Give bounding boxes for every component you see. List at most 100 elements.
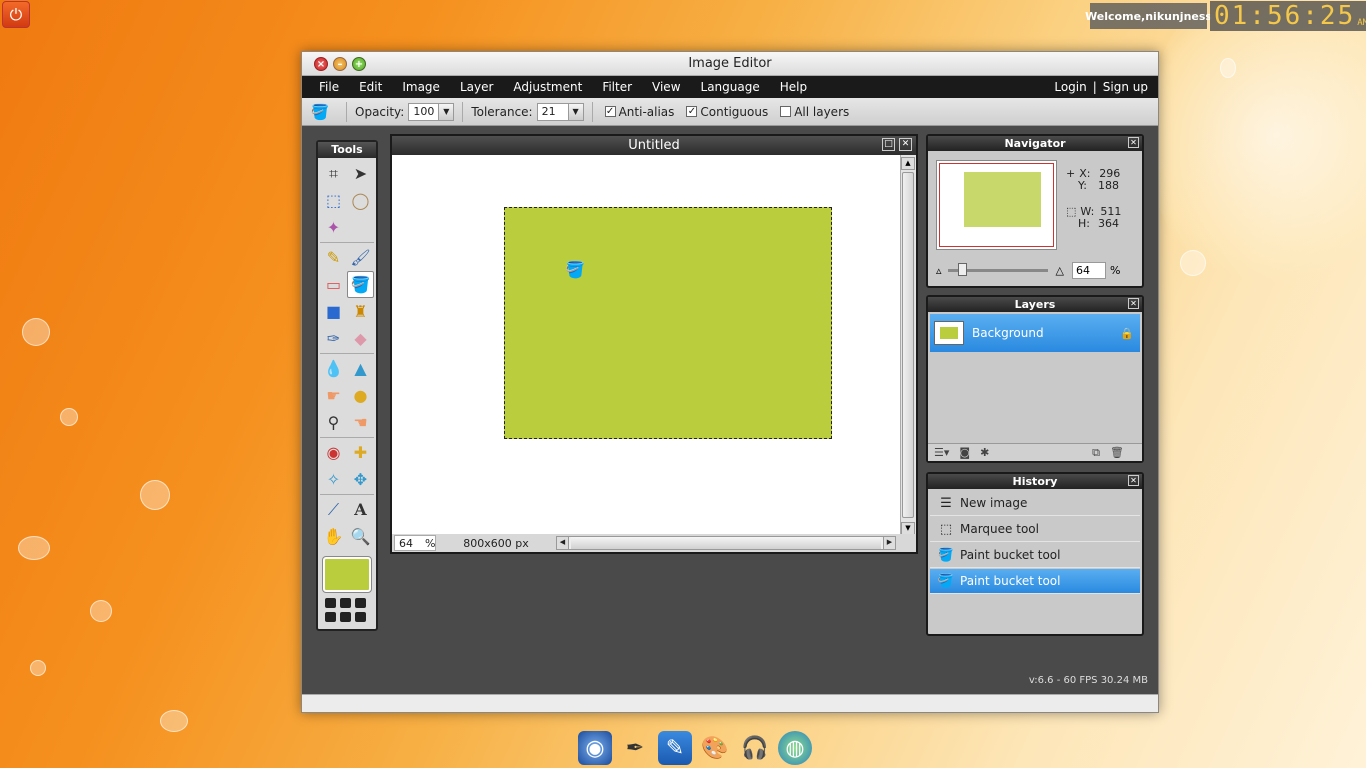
history-item-selected[interactable]: 🪣 Paint bucket tool — [930, 569, 1140, 594]
menu-view[interactable]: View — [642, 80, 690, 94]
layers-close-button[interactable]: ✕ — [1128, 298, 1139, 309]
dock-globe-icon[interactable]: ◍ — [778, 731, 812, 765]
power-button[interactable]: ⏻ — [2, 1, 30, 28]
dock-pen-icon[interactable]: ✒ — [618, 731, 652, 765]
marquee-icon: ⬚ — [939, 521, 953, 537]
dock-palette-icon[interactable]: 🎨 — [698, 731, 732, 765]
bloat-tool-icon[interactable]: ✧ — [320, 466, 347, 493]
tolerance-select[interactable]: 21 ▼ — [536, 102, 584, 121]
brush-tool-icon[interactable]: 🖌 — [347, 244, 374, 271]
red-eye-tool-icon[interactable]: ◉ — [320, 439, 347, 466]
hand-tool-icon[interactable]: ✋ — [320, 523, 347, 550]
contiguous-checkbox[interactable]: ✓ Contiguous — [686, 105, 768, 119]
account-separator: | — [1092, 80, 1097, 94]
scroll-up-button[interactable]: ▲ — [901, 157, 915, 170]
desktop-bubble — [140, 480, 170, 510]
dock-headphones-icon[interactable]: 🎧 — [738, 731, 772, 765]
scroll-right-button[interactable]: ▶ — [883, 537, 895, 549]
history-item[interactable]: 🪣 Paint bucket tool — [930, 543, 1140, 568]
spot-heal-tool-icon[interactable]: ✚ — [347, 439, 374, 466]
history-close-button[interactable]: ✕ — [1128, 475, 1139, 486]
zoom-slider-knob[interactable] — [957, 262, 967, 276]
color-palette-grid[interactable] — [325, 598, 376, 622]
zoom-tool-icon[interactable]: 🔍 — [347, 523, 374, 550]
menu-edit[interactable]: Edit — [349, 80, 392, 94]
foreground-color-swatch[interactable] — [323, 557, 371, 592]
desktop-bubble — [60, 408, 78, 426]
window-close-button[interactable]: × — [314, 57, 328, 71]
move-tool-icon[interactable]: ➤ — [347, 160, 374, 187]
menu-help[interactable]: Help — [770, 80, 817, 94]
document-maximize-button[interactable]: □ — [882, 138, 895, 151]
navigator-zoom-unit: % — [1110, 263, 1121, 277]
lasso-tool-icon[interactable]: ◯ — [347, 187, 374, 214]
horizontal-scrollbar[interactable]: ◀ ▶ — [556, 536, 896, 550]
navigator-zoom-input[interactable]: 64 — [1072, 261, 1106, 279]
vertical-scroll-thumb[interactable] — [902, 172, 914, 518]
zoom-out-icon[interactable]: ▵ — [936, 264, 942, 277]
smudge-tool-icon[interactable]: ☛ — [320, 382, 347, 409]
dock-drive-icon[interactable]: ◉ — [578, 731, 612, 765]
layer-style-icon[interactable]: ✱ — [980, 446, 989, 459]
layer-row[interactable]: Background 🔒 — [930, 314, 1140, 352]
menu-image[interactable]: Image — [392, 80, 450, 94]
pinch-tool-icon[interactable]: ✥ — [347, 466, 374, 493]
chevron-down-icon[interactable]: ▼ — [567, 103, 583, 120]
menu-layer[interactable]: Layer — [450, 80, 503, 94]
layer-settings-icon[interactable]: ☰▾ — [934, 446, 949, 459]
vertical-scrollbar[interactable]: ▲ ▼ — [900, 155, 916, 537]
document-titlebar[interactable]: Untitled □ ✕ — [392, 136, 916, 155]
window-minimize-button[interactable]: – — [333, 57, 347, 71]
menu-language[interactable]: Language — [691, 80, 770, 94]
login-link[interactable]: Login — [1054, 80, 1086, 94]
zoom-unit: % — [425, 536, 436, 550]
zoom-slider[interactable] — [947, 262, 1048, 276]
dodge-tool-icon[interactable]: ⚲ — [320, 409, 347, 436]
crop-tool-icon[interactable]: ⌗ — [320, 160, 347, 187]
magic-wand-tool-icon[interactable]: ✦ — [320, 214, 347, 241]
eraser-tool-icon[interactable]: ▭ — [320, 271, 347, 298]
new-layer-icon[interactable]: ⧉ — [1092, 446, 1100, 460]
history-item[interactable]: ☰ New image — [930, 491, 1140, 516]
color-replace-tool-icon[interactable]: ✑ — [320, 325, 347, 352]
color-picker-tool-icon[interactable]: ⟋ — [320, 496, 347, 523]
document-close-button[interactable]: ✕ — [899, 138, 912, 151]
sponge-tool-icon[interactable]: ● — [347, 382, 374, 409]
paint-bucket-tool-icon[interactable]: 🪣 — [347, 271, 374, 298]
menu-adjustment[interactable]: Adjustment — [503, 80, 592, 94]
scroll-left-button[interactable]: ◀ — [557, 537, 569, 549]
blur-tool-icon[interactable]: 💧 — [320, 355, 347, 382]
shape-tool-icon[interactable]: ◆ — [347, 325, 374, 352]
delete-layer-icon[interactable]: 🗑 — [1110, 446, 1124, 459]
window-titlebar[interactable]: × – + Image Editor — [302, 52, 1158, 76]
opacity-select[interactable]: 100 ▼ — [408, 102, 455, 121]
tools-title: Tools — [318, 142, 376, 158]
window-maximize-button[interactable]: + — [352, 57, 366, 71]
menu-file[interactable]: File — [309, 80, 349, 94]
navigator-thumbnail[interactable] — [936, 160, 1057, 250]
history-item[interactable]: ⬚ Marquee tool — [930, 517, 1140, 542]
stamp-tool-icon[interactable]: ♜ — [347, 298, 374, 325]
all-layers-checkbox[interactable]: All layers — [780, 105, 849, 119]
zoom-in-icon[interactable]: △ — [1056, 264, 1064, 277]
pencil-tool-icon[interactable]: ✎ — [320, 244, 347, 271]
dock-editor-icon[interactable]: ✎ — [658, 731, 692, 765]
zoom-field[interactable]: 64 % — [394, 535, 436, 551]
burn-tool-icon[interactable]: ☚ — [347, 409, 374, 436]
lock-icon[interactable]: 🔒 — [1120, 327, 1134, 340]
crosshair-icon: + — [1066, 167, 1076, 180]
menu-filter[interactable]: Filter — [592, 80, 642, 94]
type-tool-icon[interactable]: A — [347, 496, 374, 523]
image-canvas[interactable]: 🪣 — [392, 155, 900, 537]
sharpen-tool-icon[interactable]: ▲ — [347, 355, 374, 382]
marquee-tool-icon[interactable]: ⬚ — [320, 187, 347, 214]
layer-mask-icon[interactable]: ◙ — [959, 446, 970, 459]
signup-link[interactable]: Sign up — [1103, 80, 1148, 94]
horizontal-scroll-thumb[interactable] — [571, 537, 881, 549]
image-layer-fill[interactable]: 🪣 — [504, 207, 832, 439]
chevron-down-icon[interactable]: ▼ — [438, 103, 454, 120]
navigator-close-button[interactable]: ✕ — [1128, 137, 1139, 148]
desktop-bubble — [90, 600, 112, 622]
gradient-tool-icon[interactable]: ■ — [320, 298, 347, 325]
antialias-checkbox[interactable]: ✓ Anti-alias — [604, 105, 674, 119]
